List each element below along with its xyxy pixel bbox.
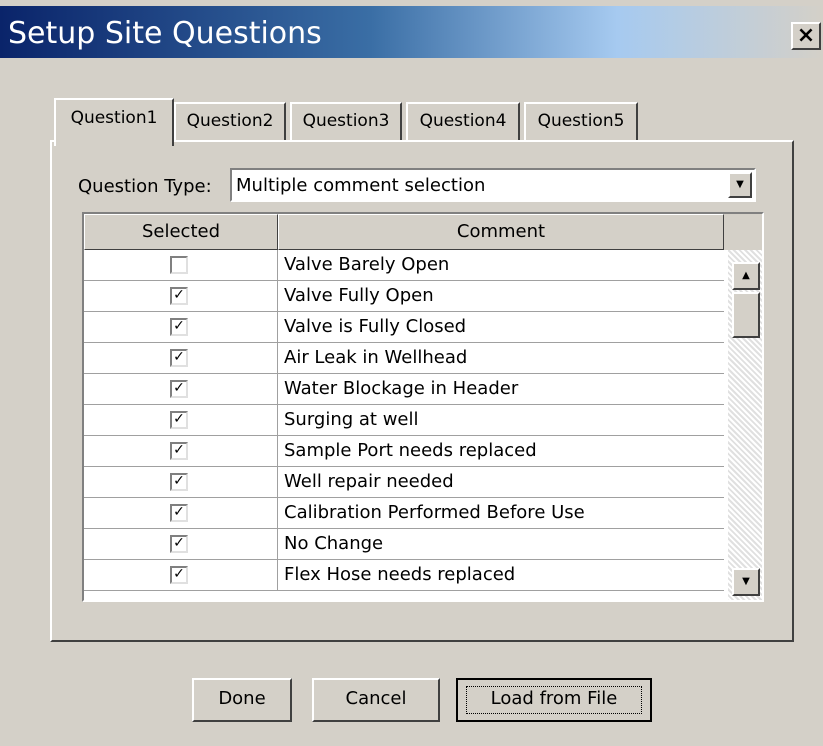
selected-checkbox[interactable]: ✓ — [170, 504, 188, 522]
selected-cell: ✓ — [84, 529, 278, 559]
comment-cell[interactable]: Well repair needed — [284, 471, 454, 492]
selected-cell: ✓ — [84, 281, 278, 311]
table-row: Valve Barely Open — [84, 250, 724, 281]
comment-cell[interactable]: Air Leak in Wellhead — [284, 347, 467, 368]
selected-header-label: Selected — [141, 221, 221, 242]
selected-checkbox[interactable] — [170, 256, 188, 274]
setup-site-questions-dialog: Setup Site Questions × Question1 Questio… — [0, 0, 823, 746]
chevron-up-icon: ▲ — [742, 270, 750, 281]
window-title: Setup Site Questions — [8, 16, 322, 51]
done-label: Done — [218, 688, 266, 709]
question-type-label: Question Type: — [78, 176, 212, 197]
table-row: ✓ Valve is Fully Closed — [84, 312, 724, 343]
header-filler — [724, 214, 762, 250]
table-row: ✓ Well repair needed — [84, 467, 724, 498]
scroll-thumb[interactable] — [732, 292, 760, 338]
table-row: ✓ Flex Hose needs replaced — [84, 560, 724, 591]
comment-cell[interactable]: Flex Hose needs replaced — [284, 564, 515, 585]
cancel-label: Cancel — [345, 688, 407, 709]
tab-question1[interactable]: Question1 — [54, 98, 174, 146]
tab-question4[interactable]: Question4 — [406, 102, 520, 144]
comment-cell[interactable]: Water Blockage in Header — [284, 378, 518, 399]
table-row: ✓ Calibration Performed Before Use — [84, 498, 724, 529]
selected-cell: ✓ — [84, 343, 278, 373]
table-row: ✓ Sample Port needs replaced — [84, 436, 724, 467]
tab-label: Question1 — [70, 108, 158, 128]
table-row: ✓ Surging at well — [84, 405, 724, 436]
tab-question2[interactable]: Question2 — [174, 102, 286, 144]
selected-cell: ✓ — [84, 374, 278, 404]
comment-cell[interactable]: Valve is Fully Closed — [284, 316, 466, 337]
comment-header-label: Comment — [456, 221, 546, 242]
done-button[interactable]: Done — [192, 678, 292, 722]
selected-cell: ✓ — [84, 312, 278, 342]
scroll-down-button[interactable]: ▼ — [732, 568, 760, 596]
comment-cell[interactable]: No Change — [284, 533, 383, 554]
selected-cell: ✓ — [84, 405, 278, 435]
selected-cell: ✓ — [84, 560, 278, 590]
comment-cell[interactable]: Sample Port needs replaced — [284, 440, 537, 461]
selected-checkbox[interactable]: ✓ — [170, 535, 188, 553]
comment-column-header[interactable]: Comment — [278, 214, 724, 250]
table-row: ✓ No Change — [84, 529, 724, 560]
table-row: ✓ Air Leak in Wellhead — [84, 343, 724, 374]
close-icon: × — [796, 23, 816, 48]
scroll-up-button[interactable]: ▲ — [732, 262, 760, 290]
grid-rows: Valve Barely Open ✓ Valve Fully Open ✓ V… — [84, 250, 724, 591]
selected-checkbox[interactable]: ✓ — [170, 473, 188, 491]
selected-checkbox[interactable]: ✓ — [170, 318, 188, 336]
selected-checkbox[interactable]: ✓ — [170, 442, 188, 460]
close-button[interactable]: × — [791, 22, 821, 50]
selected-checkbox[interactable]: ✓ — [170, 566, 188, 584]
tab-label: Question5 — [537, 111, 625, 131]
tab-label: Question3 — [302, 111, 390, 131]
dropdown-button[interactable]: ▼ — [728, 172, 752, 198]
selected-checkbox[interactable]: ✓ — [170, 349, 188, 367]
selected-column-header[interactable]: Selected — [84, 214, 278, 250]
chevron-down-icon: ▼ — [742, 576, 750, 587]
selected-cell: ✓ — [84, 436, 278, 466]
comment-cell[interactable]: Valve Fully Open — [284, 285, 434, 306]
table-row: ✓ Water Blockage in Header — [84, 374, 724, 405]
selected-cell — [84, 250, 278, 280]
selected-cell: ✓ — [84, 498, 278, 528]
load-from-file-button[interactable]: Load from File — [456, 678, 652, 722]
grid-header: Selected Comment — [84, 214, 762, 250]
table-row: ✓ Valve Fully Open — [84, 281, 724, 312]
tab-question5[interactable]: Question5 — [524, 102, 638, 144]
tab-label: Question2 — [186, 111, 274, 131]
comment-cell[interactable]: Valve Barely Open — [284, 254, 449, 275]
chevron-down-icon: ▼ — [736, 179, 744, 190]
question1-panel: Question Type: Multiple comment selectio… — [50, 140, 794, 642]
selected-checkbox[interactable]: ✓ — [170, 287, 188, 305]
selected-checkbox[interactable]: ✓ — [170, 411, 188, 429]
question-type-value: Multiple comment selection — [236, 175, 486, 196]
tab-question3[interactable]: Question3 — [290, 102, 402, 144]
comment-cell[interactable]: Surging at well — [284, 409, 419, 430]
vertical-scrollbar[interactable]: ▲ ▼ — [728, 250, 762, 600]
comment-cell[interactable]: Calibration Performed Before Use — [284, 502, 585, 523]
tab-label: Question4 — [419, 111, 507, 131]
question-type-select[interactable]: Multiple comment selection ▼ — [230, 168, 756, 202]
selected-checkbox[interactable]: ✓ — [170, 380, 188, 398]
comment-grid: Selected Comment Valve Barely Open ✓ Val… — [82, 212, 764, 602]
selected-cell: ✓ — [84, 467, 278, 497]
load-from-file-label: Load from File — [490, 688, 618, 709]
cancel-button[interactable]: Cancel — [312, 678, 440, 722]
title-bar[interactable]: Setup Site Questions × — [0, 6, 823, 58]
